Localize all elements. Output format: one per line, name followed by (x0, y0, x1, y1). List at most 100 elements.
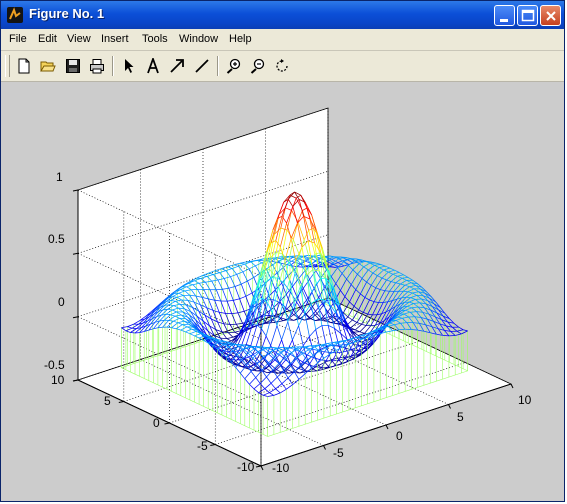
mesh-line (394, 322, 401, 326)
y-tick-mark (164, 422, 170, 425)
mesh-line (408, 299, 416, 303)
menu-edit[interactable]: Edit (38, 33, 57, 45)
mesh-line (381, 277, 387, 281)
mesh-line (339, 265, 345, 268)
mesh-line (349, 289, 357, 303)
mesh-line (398, 272, 404, 276)
z-tick-mark (72, 379, 79, 382)
x-tick-label: 10 (518, 393, 532, 407)
mesh-line (394, 269, 400, 273)
mesh-line (413, 322, 420, 324)
menu-tools[interactable]: Tools (142, 33, 168, 45)
z-tick-label: -0.5 (44, 358, 65, 372)
mesh-line (364, 285, 372, 298)
minimize-button[interactable] (494, 5, 515, 26)
mesh-line (394, 324, 400, 331)
mesh-line (130, 332, 136, 334)
toolbar-grip[interactable] (5, 55, 10, 77)
mesh-line (362, 299, 370, 313)
mesh-line (358, 263, 364, 268)
mesh-line (410, 311, 417, 313)
mesh-line (389, 322, 395, 326)
mesh-line (335, 273, 343, 284)
x-tick-label: -5 (333, 446, 344, 460)
save-icon[interactable] (63, 56, 83, 76)
close-button[interactable] (540, 5, 561, 26)
x-tick-mark (448, 404, 451, 409)
mesh-line (374, 264, 381, 266)
mesh-line (317, 298, 324, 300)
mesh-line (409, 286, 415, 290)
mesh-line (395, 282, 401, 285)
y-tick-label: 0 (153, 416, 160, 430)
x-tick-mark (260, 465, 264, 471)
mesh-line (228, 331, 235, 334)
mesh-line (456, 329, 464, 332)
mesh-line (452, 326, 458, 332)
maximize-button[interactable] (517, 5, 538, 26)
mesh-line (346, 269, 354, 280)
mesh-line (395, 319, 401, 324)
arrow-icon[interactable] (167, 56, 187, 76)
mesh-line (455, 333, 462, 336)
window-title: Figure No. 1 (29, 6, 105, 21)
mesh-line (374, 264, 380, 268)
menu-view[interactable]: View (67, 33, 91, 45)
mesh-line (378, 267, 384, 271)
mesh-line (392, 273, 398, 277)
mesh-line (368, 269, 374, 274)
z-tick-mark (72, 252, 79, 255)
select-arrow-icon[interactable] (119, 56, 139, 76)
open-file-icon[interactable] (38, 56, 58, 76)
mesh-line (401, 277, 409, 279)
mesh-line (397, 275, 403, 279)
print-icon[interactable] (87, 56, 107, 76)
mesh-line (360, 281, 367, 295)
mesh-line (383, 269, 389, 273)
z-tick-mark (72, 189, 79, 192)
menu-window[interactable]: Window (179, 33, 218, 45)
mesh-line (392, 272, 400, 275)
mesh-line (383, 267, 391, 271)
mesh-line (458, 326, 464, 331)
mesh-line (220, 337, 227, 339)
mesh-line (461, 330, 468, 335)
zoom-out-icon[interactable] (248, 56, 268, 76)
mesh-line (442, 335, 449, 337)
mesh-line (410, 295, 418, 298)
mesh-line (172, 296, 178, 298)
menu-insert[interactable]: Insert (101, 33, 129, 45)
title-bar[interactable]: Figure No. 1 (1, 1, 564, 29)
new-file-icon[interactable] (14, 56, 34, 76)
mesh-line (369, 287, 377, 301)
mesh-line (408, 277, 413, 281)
mesh-line (331, 257, 337, 260)
mesh-line (366, 272, 374, 283)
menu-file[interactable]: File (9, 33, 27, 45)
rotate-icon[interactable] (272, 56, 292, 76)
mesh-line (400, 322, 407, 324)
y-tick-label: -10 (237, 460, 255, 474)
surface-plot[interactable] (1, 82, 564, 501)
mesh-line (330, 267, 338, 277)
mesh-line (453, 323, 459, 328)
mesh-line (337, 260, 343, 263)
line-icon[interactable] (192, 56, 212, 76)
mesh-line (400, 283, 405, 286)
mesh-line (404, 284, 410, 288)
x-tick-mark (323, 445, 326, 450)
mesh-line (405, 292, 413, 298)
mesh-line (373, 289, 381, 302)
mesh-line (397, 316, 403, 319)
y-tick-mark (118, 401, 124, 403)
z-tick-label: 1 (56, 170, 63, 184)
menu-help[interactable]: Help (229, 33, 252, 45)
mesh-line (377, 275, 383, 279)
mesh-line (389, 267, 395, 271)
figure-window: Figure No. 1 File Edit View Insert Tools… (0, 0, 565, 502)
mesh-line (411, 329, 418, 331)
zoom-in-icon[interactable] (224, 56, 244, 76)
mesh-line (463, 329, 468, 332)
text-icon[interactable] (143, 56, 163, 76)
z-tick-mark (72, 316, 79, 319)
